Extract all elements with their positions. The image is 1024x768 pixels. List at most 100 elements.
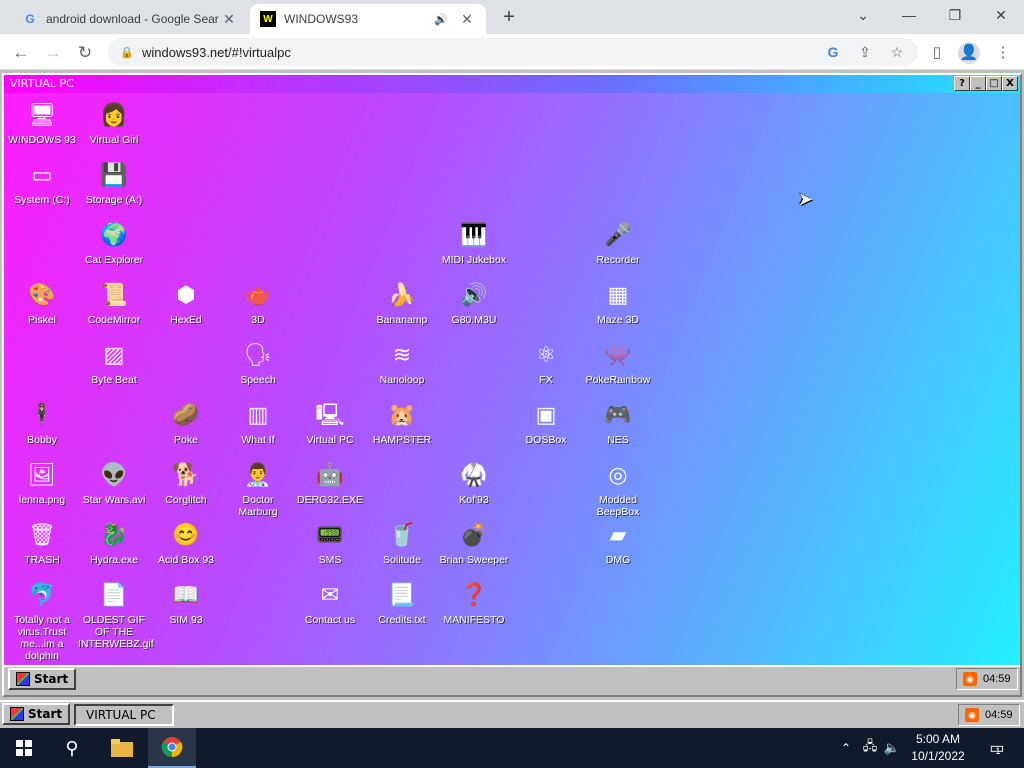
start-button[interactable]: Start xyxy=(2,703,71,725)
desktop-icon-hydra-exe[interactable]: 🐉 Hydra.exe xyxy=(78,519,150,566)
desktop-icon-hampster[interactable]: 🐹 HAMPSTER xyxy=(366,399,438,446)
search-icon[interactable]: ⚲ xyxy=(48,728,96,768)
desktop-icon-oldest-gif-of-the-interwebz-gif[interactable]: 📄 OLDEST GIF OF THE INTERWEBZ.gif xyxy=(78,579,154,650)
icon-label: Star Wars.avi xyxy=(82,494,146,506)
system-clock[interactable]: 5:00 AM 10/1/2022 xyxy=(898,731,978,765)
icon-label: DOSBox xyxy=(525,434,567,446)
desktop-icon-pokerainbow[interactable]: 👾 PokeRainbow xyxy=(582,339,654,386)
desktop-icon-nes[interactable]: 🎮 NES xyxy=(582,399,654,446)
desktop-icon-bobby[interactable]: 🕴 Bobby xyxy=(6,399,78,446)
desktop-icon-midi-jukebox[interactable]: 🎹 MIDI Jukebox xyxy=(438,219,510,266)
reload-button[interactable]: ↻ xyxy=(72,40,98,66)
desktop-icon-contact-us[interactable]: ✉ Contact us xyxy=(294,579,366,626)
app-icon: 🖥 xyxy=(28,102,56,127)
new-tab-button[interactable]: + xyxy=(498,6,520,28)
desktop-icon-manifesto[interactable]: ❓ MANIFESTO xyxy=(438,579,510,626)
close-icon[interactable]: ✕ xyxy=(458,10,476,28)
taskbar-item-virtual-pc[interactable]: VIRTUAL PC xyxy=(74,704,174,726)
desktop-icon-recorder[interactable]: 🎤 Recorder xyxy=(582,219,654,266)
desktop-icon-solitude[interactable]: 🥤 Solitude xyxy=(366,519,438,566)
chrome-icon[interactable] xyxy=(148,728,196,768)
desktop-icon-sim-93[interactable]: 📖 SIM 93 xyxy=(150,579,222,626)
desktop-icon-bananamp[interactable]: 🍌 Bananamp xyxy=(366,279,438,326)
desktop-icon-poke[interactable]: 🥔 Poke xyxy=(150,399,222,446)
app-icon: 🤖 xyxy=(316,462,344,487)
windows-start-icon[interactable] xyxy=(0,728,48,768)
desktop-icon-dosbox[interactable]: ▣ DOSBox xyxy=(510,399,582,446)
minimize-button[interactable]: — xyxy=(894,4,924,26)
desktop-icon-maze-3d[interactable]: ▦ Maze 3D xyxy=(582,279,654,326)
win93-desktop[interactable]: 🖥 WINDOWS 93 👩 Virtual Girl ▭ System (C:) 💾 Sto… xyxy=(4,93,1020,665)
app-icon: 👩 xyxy=(100,102,128,127)
address-bar[interactable]: 🔒 windows93.net/#!virtualpc G ⇪ ☆ xyxy=(108,38,918,66)
file-explorer-icon[interactable] xyxy=(98,728,146,768)
desktop-icon-star-wars-avi[interactable]: 👽 Star Wars.avi xyxy=(78,459,150,506)
bookmark-star-icon[interactable]: ☆ xyxy=(886,41,908,63)
close-window-button[interactable]: ✕ xyxy=(986,4,1016,26)
window-titlebar[interactable]: VIRTUAL PC ? _ □ X xyxy=(4,75,1020,93)
desktop-icon-system-c[interactable]: ▭ System (C:) xyxy=(6,159,78,206)
icon-label: MANIFESTO xyxy=(443,614,505,626)
app-icon: ▰ xyxy=(609,522,627,547)
tab-title: android download - Google Sear xyxy=(46,12,219,26)
desktop-icon-hexed[interactable]: ⬢ HexEd xyxy=(150,279,222,326)
minimize-button[interactable]: _ xyxy=(970,76,986,91)
desktop-icon-modded-beepbox[interactable]: ◎ Modded BeepBox xyxy=(582,459,654,518)
profile-avatar[interactable]: 👤 xyxy=(958,42,980,64)
desktop-icon-acid-box-93[interactable]: 😊 Acid Box 93 xyxy=(150,519,222,566)
url-text[interactable]: windows93.net/#!virtualpc xyxy=(142,45,822,60)
desktop-icon-sms[interactable]: 📟 SMS xyxy=(294,519,366,566)
app-icon: 👾 xyxy=(604,342,632,367)
desktop-icon-totally-not-a-virus-trust-me-im-a-dolphin[interactable]: 🐬 Totally not a virus.Trust me...im a dol… xyxy=(6,579,78,662)
rss-icon[interactable]: ◉ xyxy=(963,672,977,686)
share-icon[interactable]: ⇪ xyxy=(854,41,876,63)
desktop-icon-lenna-png[interactable]: 🖼 lenna.png xyxy=(6,459,78,506)
app-icon: 😊 xyxy=(172,522,200,547)
desktop-icon-virtual-girl[interactable]: 👩 Virtual Girl xyxy=(78,99,150,146)
desktop-icon-fx[interactable]: ⚛ FX xyxy=(510,339,582,386)
chevron-up-icon[interactable]: ⌃ xyxy=(838,728,854,768)
network-icon[interactable]: 🖧 xyxy=(860,728,880,768)
speaker-icon[interactable]: 🔊 xyxy=(434,13,448,26)
restore-button[interactable]: ❐ xyxy=(940,4,970,26)
desktop-icon-piskel[interactable]: 🎨 Piskel xyxy=(6,279,78,326)
desktop-icon-3d[interactable]: 🫖 3D xyxy=(222,279,294,326)
side-panel-icon[interactable]: ▯ xyxy=(926,42,948,64)
desktop-icon-trash[interactable]: 🗑 TRASH xyxy=(6,519,78,566)
google-lens-icon[interactable]: G xyxy=(822,41,844,63)
desktop-icon-kof-93[interactable]: 🥋 Kof'93 xyxy=(438,459,510,506)
desktop-icon-brian-sweeper[interactable]: 💣 Brian Sweeper xyxy=(438,519,510,566)
back-button[interactable]: ← xyxy=(8,40,34,66)
desktop-icon-storage-a[interactable]: 💾 Storage (A:) xyxy=(78,159,150,206)
rss-icon[interactable]: ◉ xyxy=(965,708,979,722)
icon-label: SMS xyxy=(318,554,342,566)
desktop-icon-g80-m3u[interactable]: 🔊 G80.M3U xyxy=(438,279,510,326)
maximize-button[interactable]: □ xyxy=(986,76,1002,91)
help-button[interactable]: ? xyxy=(954,76,970,91)
desktop-icon-corglitch[interactable]: 🐕 Corglitch xyxy=(150,459,222,506)
desktop-icon-cat-explorer[interactable]: 🌍 Cat Explorer xyxy=(78,219,150,266)
desktop-icon-windows-93[interactable]: 🖥 WINDOWS 93 xyxy=(6,99,78,146)
desktop-icon-byte-beat[interactable]: ▨ Byte Beat xyxy=(78,339,150,386)
desktop-icon-speech[interactable]: 🗣 Speech xyxy=(222,339,294,386)
icon-label: Hydra.exe xyxy=(90,554,138,566)
app-icon: ▣ xyxy=(535,402,557,427)
forward-button[interactable]: → xyxy=(40,40,66,66)
desktop-icon-codemirror[interactable]: 📜 CodeMirror xyxy=(78,279,150,326)
desktop-icon-credits-txt[interactable]: 📃 Credits.txt xyxy=(366,579,438,626)
desktop-icon-doctor-marburg[interactable]: 👨‍⚕️ Doctor Marburg xyxy=(222,459,294,518)
close-button[interactable]: X xyxy=(1002,76,1018,91)
tab-windows93[interactable]: W WINDOWS93 🔊 ✕ xyxy=(250,4,486,34)
start-button[interactable]: Start xyxy=(8,668,77,690)
desktop-icon-virtual-pc[interactable]: 🖳 Virtual PC xyxy=(294,399,366,446)
desktop-icon-derg32-exe[interactable]: 🤖 DERG32.EXE xyxy=(294,459,366,506)
tab-search-icon[interactable]: ⌄ xyxy=(848,4,878,26)
close-icon[interactable]: ✕ xyxy=(220,10,238,28)
menu-icon[interactable]: ⋮ xyxy=(992,42,1014,64)
desktop-icon-nanoloop[interactable]: ≋ Nanoloop xyxy=(366,339,438,386)
tab-google-search[interactable]: G android download - Google Sear ✕ xyxy=(12,4,248,34)
desktop-icon-dmg[interactable]: ▰ DMG xyxy=(582,519,654,566)
system-tray: ◉ 04:59 xyxy=(956,668,1018,690)
notification-icon[interactable]: ▭ 1 xyxy=(980,728,1010,768)
desktop-icon-what-if[interactable]: ▥ What If xyxy=(222,399,294,446)
